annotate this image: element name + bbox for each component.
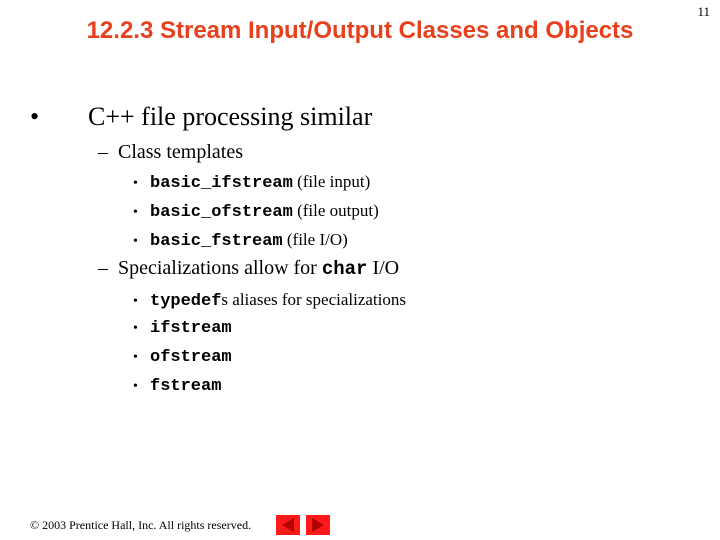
- specialization-item: • ofstream: [133, 348, 232, 367]
- code-text: ofstream: [150, 348, 232, 367]
- template-item: • basic_ofstream (file output): [133, 201, 379, 222]
- sub-point-text: Specializations allow for: [118, 257, 322, 279]
- dash-icon: –: [98, 141, 108, 163]
- bullet-point-main: • C++ file processing similar: [30, 102, 372, 132]
- sub-point-text-post: I/O: [367, 257, 400, 279]
- specialization-item: • fstream: [133, 377, 221, 396]
- bullet-icon: •: [30, 102, 40, 131]
- specialization-item: • typedef s aliases for specializations: [133, 290, 406, 311]
- desc-text: (file input): [297, 172, 371, 191]
- sub-point-class-templates: – Class templates: [98, 141, 243, 164]
- slide-title: 12.2.3 Stream Input/Output Classes and O…: [86, 17, 634, 44]
- copyright-footer: © 2003 Prentice Hall, Inc. All rights re…: [30, 518, 252, 532]
- code-text: typedef: [150, 292, 222, 311]
- code-text: ifstream: [150, 319, 232, 338]
- desc-text: (file I/O): [286, 230, 348, 249]
- desc-text: s aliases for specializations: [221, 290, 406, 309]
- right-triangle-icon: [312, 518, 324, 532]
- template-item: • basic_fstream (file I/O): [133, 230, 348, 251]
- bullet-icon: •: [133, 205, 138, 220]
- code-text: char: [321, 258, 368, 280]
- dash-icon: –: [98, 257, 108, 279]
- left-triangle-icon: [282, 518, 294, 532]
- previous-slide-button[interactable]: [276, 515, 300, 535]
- sub-point-text: Class templates: [118, 141, 243, 163]
- bullet-icon: •: [133, 294, 138, 309]
- bullet-icon: •: [133, 176, 138, 191]
- point-text: C++ file processing similar: [88, 102, 373, 131]
- bullet-icon: •: [133, 350, 138, 365]
- bullet-icon: •: [133, 321, 138, 336]
- code-text: basic_ofstream: [150, 203, 293, 222]
- next-slide-button[interactable]: [306, 515, 330, 535]
- bullet-icon: •: [133, 234, 138, 249]
- page-number: 11: [697, 4, 710, 19]
- template-item: • basic_ifstream (file input): [133, 172, 370, 193]
- code-text: basic_ifstream: [150, 174, 293, 193]
- specialization-item: • ifstream: [133, 319, 232, 338]
- desc-text: (file output): [297, 201, 379, 220]
- sub-point-specializations: – Specializations allow for char I/O: [98, 257, 399, 280]
- code-text: fstream: [150, 377, 222, 396]
- bullet-icon: •: [133, 379, 138, 394]
- code-text: basic_fstream: [150, 232, 283, 251]
